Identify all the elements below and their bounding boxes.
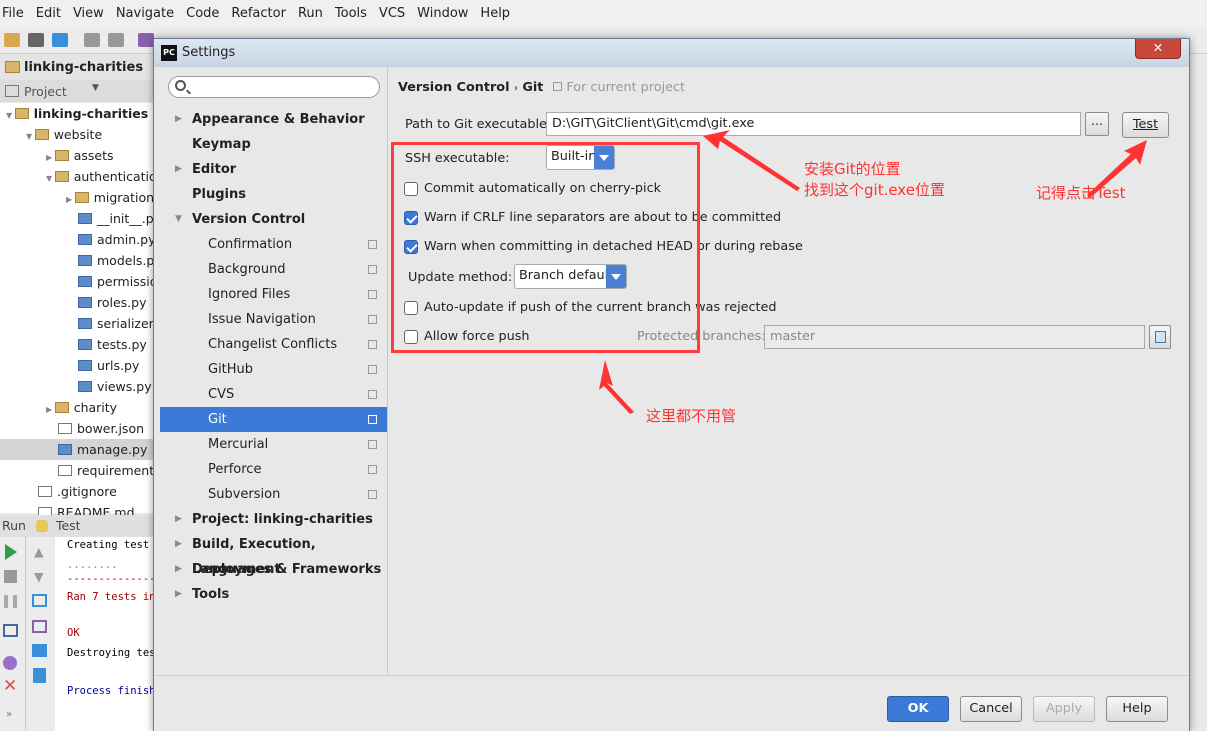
annotation-arrows [599,130,1147,414]
annotation-click-test: 记得点击Test [1036,184,1126,202]
annotation-arrow-path [703,130,800,191]
annotation-ignore: 这里都不用管 [646,407,737,425]
annotation-git-exe: 找到这个git.exe位置 [804,181,945,199]
annotation-arrow-ignore [599,360,634,414]
annotation-git-location: 安装Git的位置 [804,160,901,178]
